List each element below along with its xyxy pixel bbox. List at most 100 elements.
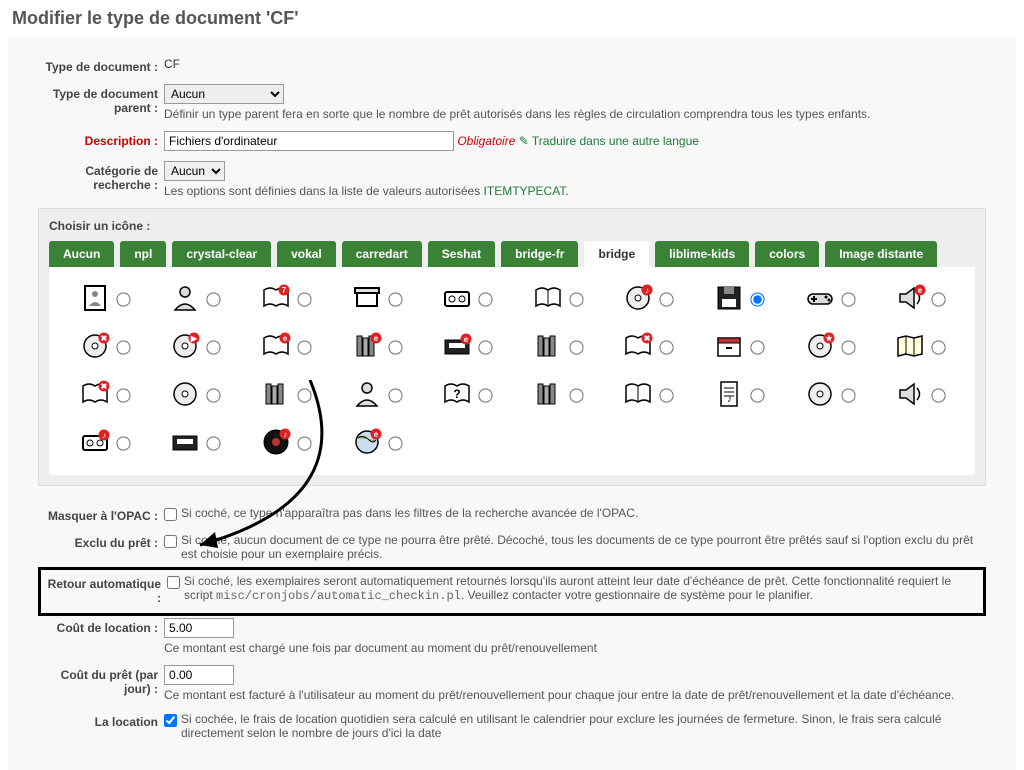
svg-text:★: ★ xyxy=(825,334,833,343)
icon-section: Choisir un icône : Aucunnplcrystal-clear… xyxy=(38,208,986,486)
radio-books-stack2[interactable] xyxy=(297,388,311,402)
svg-text:e: e xyxy=(464,335,469,344)
radio-book-e[interactable] xyxy=(297,340,311,354)
radio-box[interactable] xyxy=(388,292,402,306)
radio-globe-e[interactable] xyxy=(388,436,402,450)
tab-carredart[interactable]: carredart xyxy=(342,241,422,267)
select-categorie[interactable]: Aucun xyxy=(164,161,225,181)
radio-vhs-e[interactable] xyxy=(479,340,493,354)
radio-book-x[interactable] xyxy=(660,340,674,354)
input-cout-loc[interactable] xyxy=(164,618,234,638)
help-cout-loc: Ce montant est chargé une fois par docum… xyxy=(164,641,986,655)
icon-cell-books-stack3 xyxy=(514,375,601,415)
radio-vhs[interactable] xyxy=(207,436,221,450)
link-traduire[interactable]: Traduire dans une autre langue xyxy=(532,134,699,148)
radio-cd-cancel[interactable] xyxy=(116,340,130,354)
icon-cell-book-q: ? xyxy=(423,375,510,415)
tab-npl[interactable]: npl xyxy=(120,241,166,267)
label-choose-icon: Choisir un icône : xyxy=(49,219,975,233)
radio-book-x2[interactable] xyxy=(116,388,130,402)
vhs-icon xyxy=(169,426,201,461)
radio-gamepad[interactable] xyxy=(841,292,855,306)
svg-text:♪: ♪ xyxy=(727,394,732,405)
svg-text:✖: ✖ xyxy=(100,334,107,343)
cd-music-icon: ♪ xyxy=(622,282,654,317)
radio-books-stack-e[interactable] xyxy=(388,340,402,354)
tab-image-distante[interactable]: Image distante xyxy=(825,241,937,267)
icon-cell-cd-star: ★ xyxy=(786,327,873,367)
books-stack-e-icon: e xyxy=(351,330,383,365)
radio-speaker[interactable] xyxy=(932,388,946,402)
input-cout-pret[interactable] xyxy=(164,665,234,685)
radio-bust[interactable] xyxy=(207,292,221,306)
floppy-icon xyxy=(713,282,745,317)
tabs: Aucunnplcrystal-clearvokalcarredartSesha… xyxy=(49,241,975,267)
tab-seshat[interactable]: Seshat xyxy=(428,241,495,267)
radio-book2[interactable] xyxy=(660,388,674,402)
row-exclu: Exclu du prêt : Si coché, aucun document… xyxy=(38,533,986,561)
radio-sheet-music[interactable] xyxy=(750,388,764,402)
book-7-icon: 7 xyxy=(260,282,292,317)
label-description: Description : xyxy=(38,131,158,148)
radio-bust2[interactable] xyxy=(388,388,402,402)
help-type-parent: Définir un type parent fera en sorte que… xyxy=(164,107,986,121)
icon-cell-portrait xyxy=(61,279,148,319)
drawer-icon xyxy=(713,330,745,365)
radio-books-stack[interactable] xyxy=(569,340,583,354)
icon-cell-cd-cancel: ✖ xyxy=(61,327,148,367)
icon-cell-books-stack2 xyxy=(242,375,329,415)
radio-cassette[interactable] xyxy=(479,292,493,306)
input-description[interactable] xyxy=(164,131,454,151)
radio-map[interactable] xyxy=(932,340,946,354)
radio-cd-play[interactable] xyxy=(207,340,221,354)
icon-cell-open-book xyxy=(514,279,601,319)
books-stack2-icon xyxy=(260,378,292,413)
icon-cell-speaker xyxy=(876,375,963,415)
radio-books-stack3[interactable] xyxy=(569,388,583,402)
tab-aucun[interactable]: Aucun xyxy=(49,241,114,267)
tab-liblime-kids[interactable]: liblime-kids xyxy=(655,241,749,267)
tab-vokal[interactable]: vokal xyxy=(277,241,336,267)
checkbox-exclu[interactable] xyxy=(164,535,177,548)
svg-text:▶: ▶ xyxy=(190,334,198,343)
radio-cd-music[interactable] xyxy=(660,292,674,306)
cd2-icon xyxy=(804,378,836,413)
select-type-parent[interactable]: Aucun xyxy=(164,84,284,104)
books-stack3-icon xyxy=(532,378,564,413)
radio-book-q[interactable] xyxy=(479,388,493,402)
row-cout-pret: Coût du prêt (par jour) : Ce montant est… xyxy=(38,665,986,702)
icon-cell-sheet-music: ♪ xyxy=(695,375,782,415)
book2-icon xyxy=(622,378,654,413)
tab-crystal-clear[interactable]: crystal-clear xyxy=(172,241,271,267)
svg-text:e: e xyxy=(918,286,923,295)
radio-speaker-e[interactable] xyxy=(932,292,946,306)
radio-cd-star[interactable] xyxy=(841,340,855,354)
radio-portrait[interactable] xyxy=(116,292,130,306)
tab-colors[interactable]: colors xyxy=(755,241,819,267)
icon-cell-cd xyxy=(152,375,239,415)
radio-cassette-e[interactable] xyxy=(116,436,130,450)
radio-cd[interactable] xyxy=(207,388,221,402)
icon-cell-map xyxy=(876,327,963,367)
label-type-doc: Type de document : xyxy=(38,57,158,74)
radio-cd2[interactable] xyxy=(841,388,855,402)
checkbox-masquer[interactable] xyxy=(164,508,177,521)
label-retour: Retour automatique : xyxy=(41,574,161,605)
radio-drawer[interactable] xyxy=(750,340,764,354)
radio-book-7[interactable] xyxy=(297,292,311,306)
icon-cell-record-e: ♪ xyxy=(242,423,329,463)
icon-cell-drawer xyxy=(695,327,782,367)
link-itemtypecat[interactable]: ITEMTYPECAT xyxy=(484,184,566,198)
tab-bridge[interactable]: bridge xyxy=(584,241,649,267)
checkbox-la-location[interactable] xyxy=(164,714,177,727)
icon-cell-books-stack xyxy=(514,327,601,367)
book-x-icon: ✖ xyxy=(622,330,654,365)
radio-record-e[interactable] xyxy=(297,436,311,450)
checkbox-retour[interactable] xyxy=(167,576,180,589)
radio-floppy[interactable] xyxy=(750,292,764,306)
cd-cancel-icon: ✖ xyxy=(79,330,111,365)
tab-bridge-fr[interactable]: bridge-fr xyxy=(501,241,578,267)
radio-open-book[interactable] xyxy=(569,292,583,306)
svg-text:e: e xyxy=(373,334,378,343)
icon-cell-book-e: e xyxy=(242,327,329,367)
